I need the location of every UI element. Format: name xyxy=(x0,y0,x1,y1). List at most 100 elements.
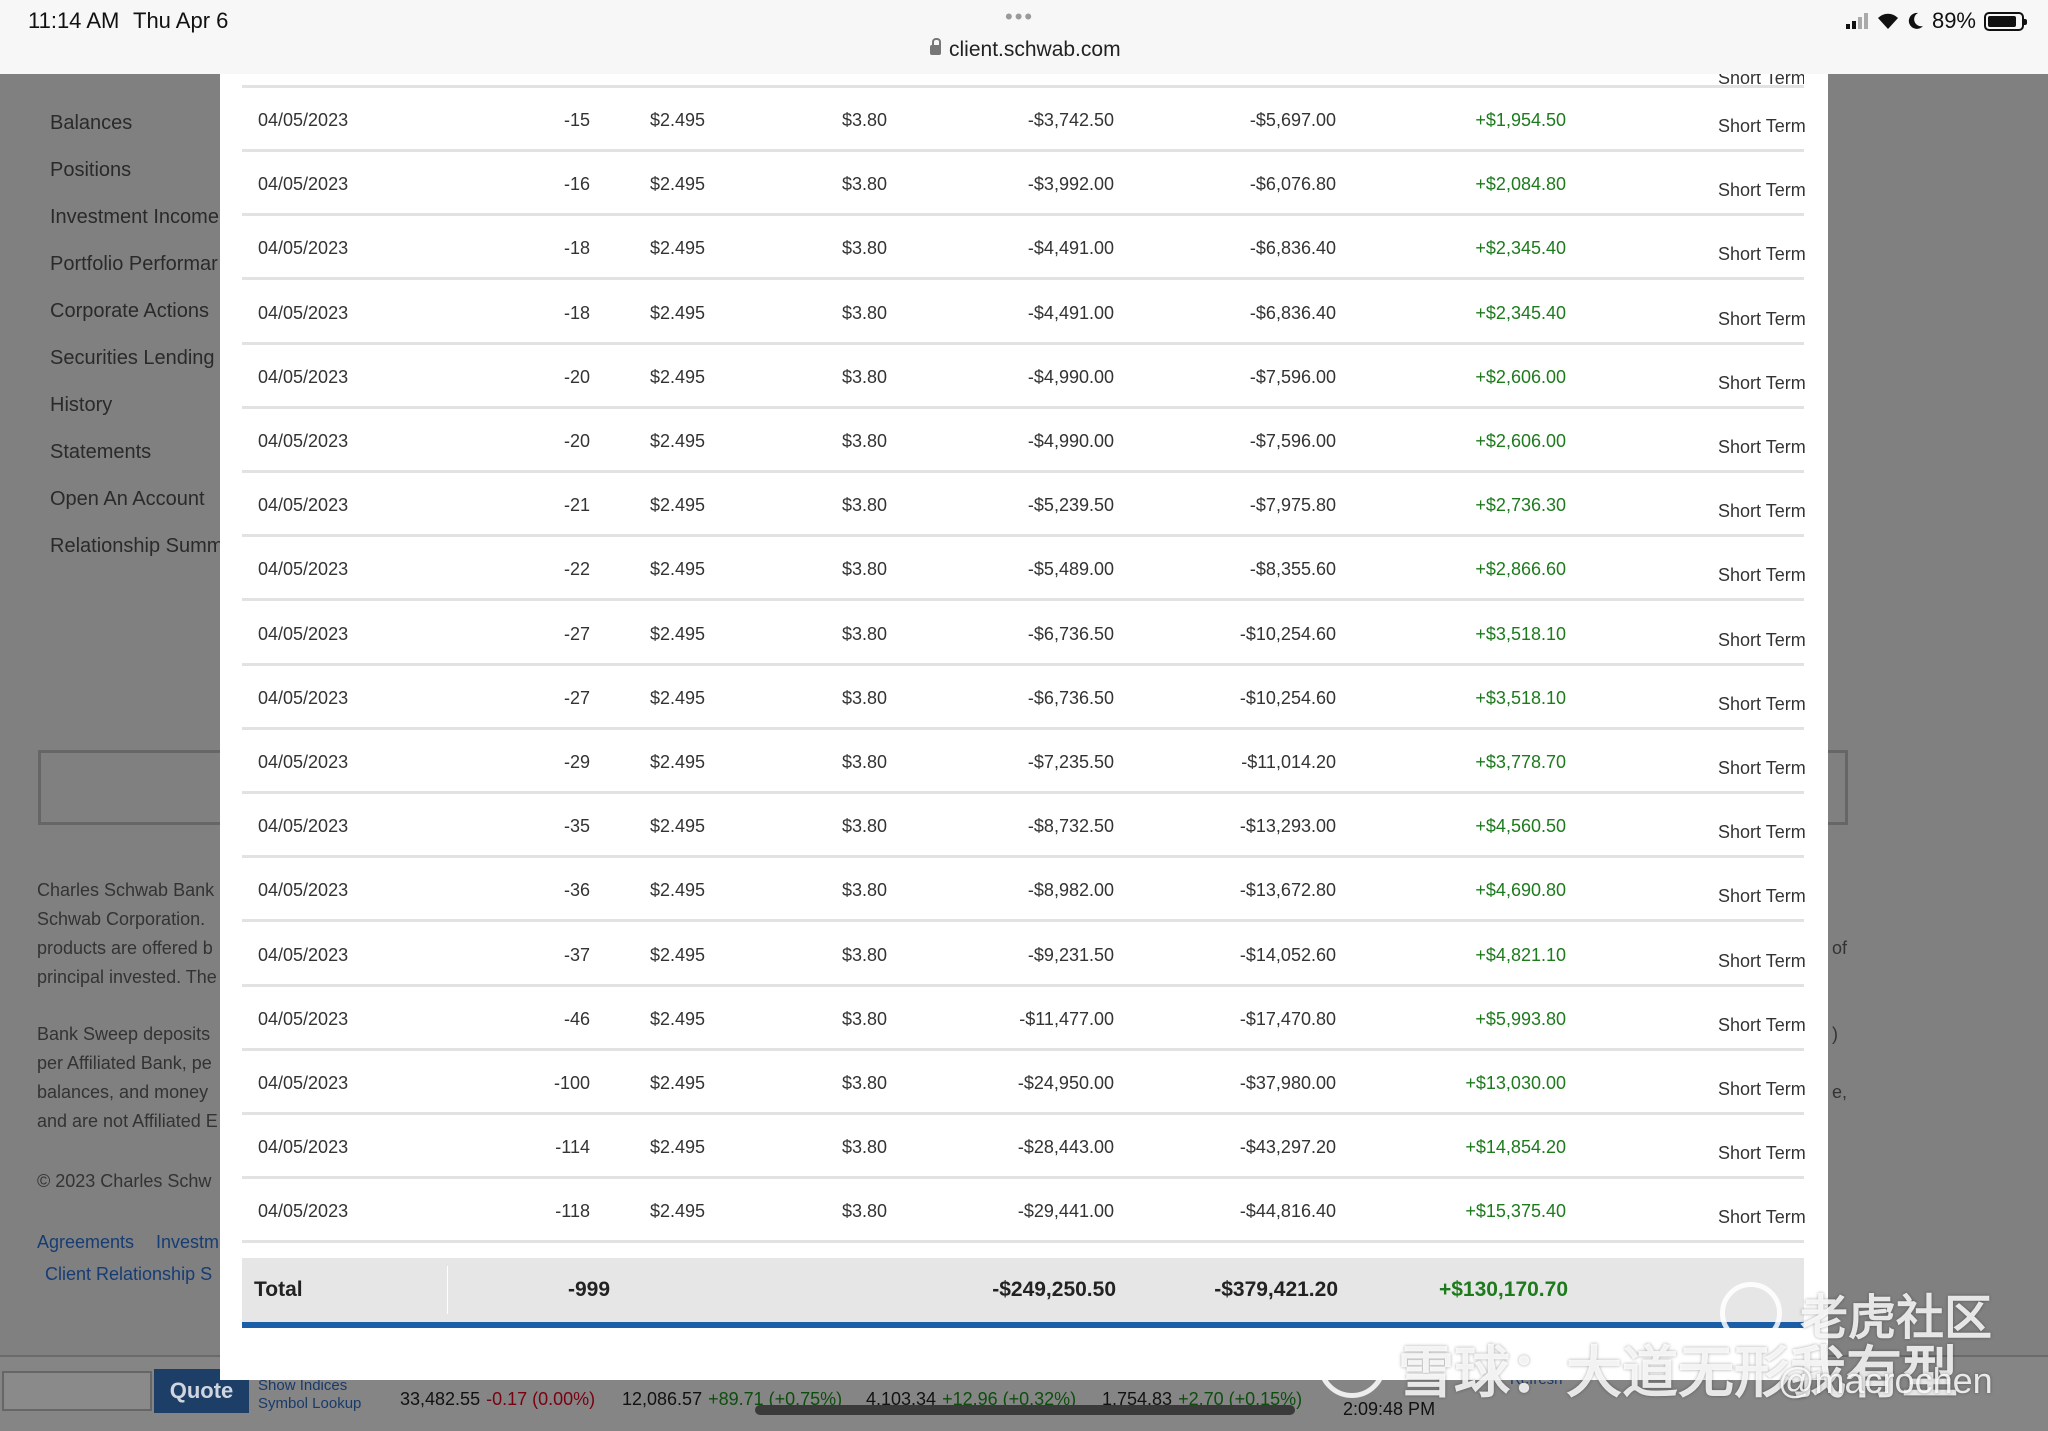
moon-icon xyxy=(1908,12,1923,29)
sidebar-item[interactable]: Securities Lending xyxy=(50,347,215,370)
sidebar-item[interactable]: Open An Account xyxy=(50,488,205,511)
symbol-input[interactable] xyxy=(2,1371,152,1411)
address-bar[interactable]: client.schwab.com xyxy=(930,38,1121,62)
more-dots-icon[interactable]: ••• xyxy=(1005,4,1034,30)
cell-price: $2.495 xyxy=(650,366,706,387)
cell-price: $2.495 xyxy=(650,238,706,259)
sidebar-item[interactable]: Balances xyxy=(50,112,132,135)
cell-cost-basis: -$8,732.50 xyxy=(1027,816,1114,837)
cell-price: $2.495 xyxy=(650,816,706,837)
cell-proceeds: -$10,254.60 xyxy=(1239,687,1336,708)
ticker-value: 12,086.57 xyxy=(622,1389,703,1409)
cell-proceeds: -$5,697.00 xyxy=(1249,110,1336,130)
cell-gain-loss: +$3,778.70 xyxy=(1475,752,1566,772)
clock-time: 11:14 AM xyxy=(28,8,120,33)
client-relationship-link[interactable]: Client Relationship S xyxy=(45,1264,212,1285)
cell-proceeds: -$6,076.80 xyxy=(1249,174,1336,195)
cell-market-price: $3.80 xyxy=(842,944,888,965)
cell-gain-loss: +$15,375.40 xyxy=(1465,1201,1566,1222)
cell-gain-loss: +$2,606.00 xyxy=(1475,366,1566,387)
cell-gain-loss: +$3,518.10 xyxy=(1475,687,1566,708)
cell-price: $2.495 xyxy=(650,495,706,516)
cell-quantity: -118 xyxy=(555,1201,590,1222)
table-row: 04/05/2023 -100 $2.495 $3.80 -$24,950.00 -$37… xyxy=(242,1051,1806,1115)
cell-cost-basis: -$6,736.50 xyxy=(1027,687,1114,708)
cell-term: Short Term xyxy=(1718,501,1806,522)
cell-date: 04/05/2023 xyxy=(258,431,349,451)
table-row: 04/05/2023 -36 $2.495 $3.80 -$8,982.00 -$13,6… xyxy=(242,858,1806,923)
cell-term: Short Term xyxy=(1718,244,1806,265)
cell-quantity: -20 xyxy=(563,366,590,387)
sidebar-item[interactable]: Investment Income xyxy=(50,206,219,229)
disclosure-line: and are not Affiliated E xyxy=(37,1111,218,1131)
table-row: 04/05/2023 -16 $2.495 $3.80 -$3,992.00 -$6,07… xyxy=(242,152,1806,217)
cell-price: $2.495 xyxy=(650,880,706,901)
cell-term: Short Term xyxy=(1718,180,1806,201)
cell-cost-basis: -$8,982.00 xyxy=(1027,880,1114,901)
copyright-text: © 2023 Charles Schw xyxy=(37,1171,212,1191)
cell-gain-loss: +$3,518.10 xyxy=(1475,623,1566,644)
cell-cost-basis: -$4,491.00 xyxy=(1027,302,1114,323)
cell-date: 04/05/2023 xyxy=(258,559,349,580)
wifi-icon xyxy=(1877,13,1898,29)
disclosure-line: Charles Schwab Bank xyxy=(37,880,215,900)
clock-date: Thu Apr 6 xyxy=(133,8,229,33)
sidebar-item[interactable]: Corporate Actions xyxy=(50,300,209,323)
table-row: 04/05/2023 -46 $2.495 $3.80 -$11,477.00 -$17,… xyxy=(242,987,1806,1051)
sidebar-item[interactable]: Portfolio Performar xyxy=(50,253,218,276)
cell-proceeds: -$10,254.60 xyxy=(1239,623,1336,644)
cell-quantity: -37 xyxy=(563,944,590,965)
cell-market-price: $3.80 xyxy=(842,1201,888,1222)
column-separator xyxy=(447,1266,448,1314)
table-row: 04/05/2023 -27 $2.495 $3.80 -$6,736.50 -$10,2… xyxy=(242,666,1806,730)
cell-gain-loss: +$4,821.10 xyxy=(1475,944,1566,965)
table-row: 04/05/2023 -21 $2.495 $3.80 -$5,239.50 -$7,97… xyxy=(242,473,1806,538)
cell-gain-loss: +$4,690.80 xyxy=(1475,880,1566,901)
disclosure-line: per Affiliated Bank, pe xyxy=(37,1053,212,1073)
cell-price: $2.495 xyxy=(650,431,706,451)
cell-date: 04/05/2023 xyxy=(258,366,349,387)
cell-cost-basis: -$4,491.00 xyxy=(1027,238,1114,259)
cell-cost-basis: -$7,235.50 xyxy=(1027,752,1114,772)
home-indicator xyxy=(755,1405,1295,1415)
sidebar-item[interactable]: Statements xyxy=(50,441,151,464)
cell-market-price: $3.80 xyxy=(842,431,888,451)
table-row: 04/05/2023 -20 $2.495 $3.80 -$4,990.00 -$7,59… xyxy=(242,409,1806,473)
sidebar-item[interactable]: History xyxy=(50,394,112,417)
cell-date: 04/05/2023 xyxy=(258,1008,349,1029)
disclosure-fragment: e, xyxy=(1832,1082,1848,1102)
cell-price: $2.495 xyxy=(650,752,706,772)
investment-link[interactable]: Investm xyxy=(156,1232,219,1253)
cell-proceeds: -$13,672.80 xyxy=(1239,880,1336,901)
cell-quantity: -27 xyxy=(563,623,590,644)
cell-proceeds: -$7,975.80 xyxy=(1249,495,1336,516)
cell-quantity: -35 xyxy=(563,816,590,837)
total-label: Total xyxy=(254,1278,303,1301)
cell-quantity: -36 xyxy=(563,880,590,901)
cell-proceeds: -$6,836.40 xyxy=(1249,302,1336,323)
cell-market-price: $3.80 xyxy=(842,1008,888,1029)
cell-date: 04/05/2023 xyxy=(258,1137,349,1158)
disclosure-line: balances, and money xyxy=(37,1082,209,1102)
table-row: 04/05/2023 -114 $2.495 $3.80 -$28,443.00 -$43… xyxy=(242,1115,1806,1180)
cell-gain-loss: +$2,345.40 xyxy=(1475,302,1566,323)
symbol-lookup-link[interactable]: Symbol Lookup xyxy=(258,1395,361,1412)
cell-term: Short Term xyxy=(1718,822,1806,843)
cell-quantity: -18 xyxy=(563,238,590,259)
disclosure-line: Bank Sweep deposits xyxy=(37,1024,211,1044)
cell-proceeds: -$14,052.60 xyxy=(1239,944,1336,965)
cell-price: $2.495 xyxy=(650,174,706,195)
disclosure-fragment: ) xyxy=(1832,1024,1838,1044)
watermark-handle: @macrochen xyxy=(1778,1360,1993,1401)
sidebar-item[interactable]: Relationship Summ xyxy=(50,535,223,558)
cell-price: $2.495 xyxy=(650,559,706,580)
sidebar-item[interactable]: Positions xyxy=(50,159,131,182)
cell-quantity: -46 xyxy=(563,1008,590,1029)
cell-price: $2.495 xyxy=(650,302,706,323)
agreements-link[interactable]: Agreements xyxy=(37,1232,134,1253)
cell-proceeds: -$7,596.00 xyxy=(1249,431,1336,451)
cell-gain-loss: +$4,560.50 xyxy=(1475,816,1566,837)
cell-market-price: $3.80 xyxy=(842,1137,888,1158)
ticker-quote: 33,482.55 -0.17 (0.00%) xyxy=(400,1389,595,1410)
total-cost-basis: -$249,250.50 xyxy=(992,1278,1116,1301)
